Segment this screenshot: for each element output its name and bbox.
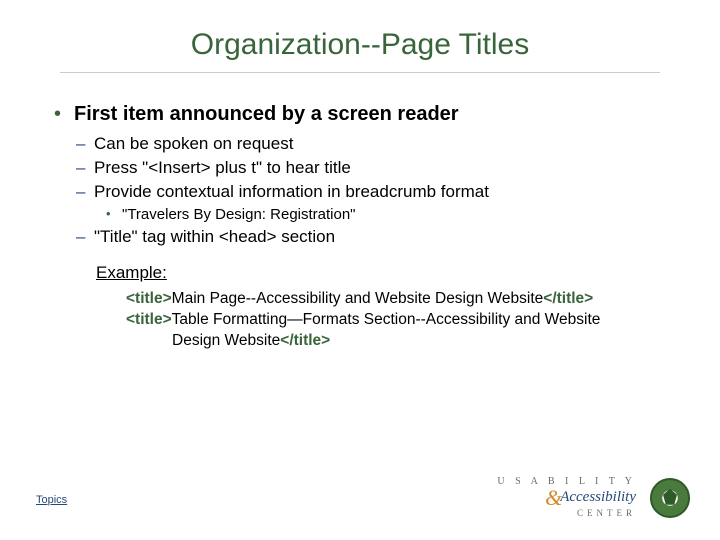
title-tag-close-2: </title> bbox=[280, 332, 330, 349]
title-tag-open: <title> bbox=[126, 290, 172, 307]
title-tag-open-2: <title> bbox=[126, 311, 172, 328]
example-line-1: <title>Main Page--Accessibility and Webs… bbox=[126, 289, 690, 310]
example-label: Example: bbox=[96, 263, 690, 283]
bullet-main-text: First item announced by a screen reader bbox=[74, 103, 459, 125]
footer-logos: U S A B I L I T Y &Accessibility CENTER bbox=[497, 477, 690, 518]
title-tag-close: </title> bbox=[543, 290, 593, 307]
sub-press-insert: Press "<Insert> plus t" to hear title bbox=[94, 158, 690, 178]
sub-breadcrumb-text: Provide contextual information in breadc… bbox=[94, 182, 489, 201]
sub-spoken: Can be spoken on request bbox=[94, 134, 690, 154]
logo-accessibility-text: Accessibility bbox=[560, 489, 636, 505]
example-line-2b: Design Website bbox=[172, 332, 280, 349]
example-line-2: <title>Table Formatting—Formats Section-… bbox=[126, 310, 690, 352]
logo-usability-text: U S A B I L I T Y bbox=[497, 477, 636, 487]
bullet-main: First item announced by a screen reader … bbox=[74, 103, 690, 247]
content-area: First item announced by a screen reader … bbox=[0, 73, 720, 352]
usability-accessibility-logo: U S A B I L I T Y &Accessibility CENTER bbox=[497, 477, 636, 518]
sub-breadcrumb: Provide contextual information in breadc… bbox=[94, 182, 690, 223]
sub-breadcrumb-example: "Travelers By Design: Registration" bbox=[122, 206, 690, 223]
example-block: Example: <title>Main Page--Accessibility… bbox=[30, 263, 690, 352]
logo-center-text: CENTER bbox=[497, 509, 636, 518]
msu-seal-icon bbox=[650, 478, 690, 518]
example-line-2a: Table Formatting—Formats Section--Access… bbox=[172, 311, 601, 328]
sub-title-tag: "Title" tag within <head> section bbox=[94, 227, 690, 247]
example-line-1-body: Main Page--Accessibility and Website Des… bbox=[172, 290, 544, 307]
example-code: <title>Main Page--Accessibility and Webs… bbox=[96, 289, 690, 352]
slide-title: Organization--Page Titles bbox=[0, 0, 720, 62]
topics-link[interactable]: Topics bbox=[36, 494, 67, 506]
